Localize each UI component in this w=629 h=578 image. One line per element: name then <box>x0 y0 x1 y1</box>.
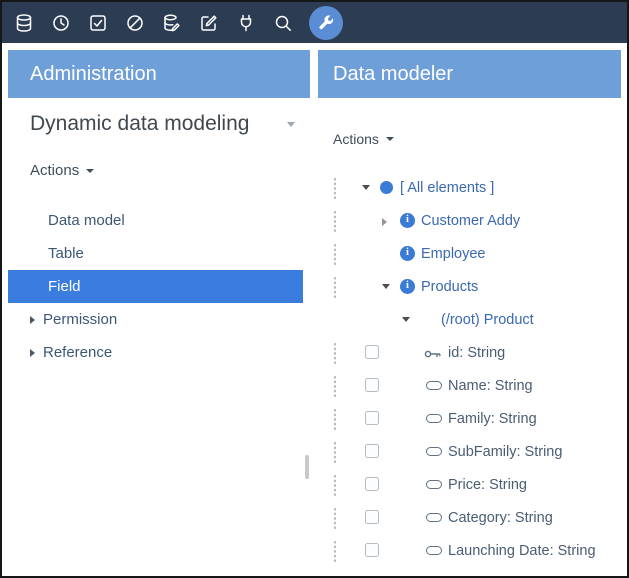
plug-icon[interactable] <box>235 12 257 34</box>
tree-node-label: SubFamily: String <box>448 444 562 460</box>
modeler-panel: Actions [ All elements ] Customer Addy E… <box>318 98 621 570</box>
drag-handle-icon[interactable] <box>333 177 336 199</box>
entity-info-icon <box>400 246 415 261</box>
tree-row-employee[interactable]: Employee <box>318 237 621 270</box>
menu-item-field[interactable]: Field <box>8 270 303 303</box>
collapse-icon[interactable] <box>362 185 370 190</box>
actions-label: Actions <box>333 131 379 147</box>
row-checkbox[interactable] <box>365 444 379 458</box>
menu-item-label: Permission <box>43 311 117 328</box>
tree-node-label: Family: String <box>448 411 537 427</box>
tree-row-field-price[interactable]: Price: String <box>318 468 621 501</box>
tree-row-field-name[interactable]: Name: String <box>318 369 621 402</box>
modeler-actions-dropdown[interactable]: Actions <box>333 131 394 147</box>
entity-info-icon <box>400 279 415 294</box>
key-icon <box>424 347 442 365</box>
tree-row-root-product[interactable]: (/root) Product <box>318 303 621 336</box>
row-checkbox[interactable] <box>365 510 379 524</box>
drag-handle-icon[interactable] <box>333 276 336 298</box>
menu-item-label: Data model <box>48 212 125 229</box>
tree-row-field-category[interactable]: Category: String <box>318 501 621 534</box>
field-icon <box>426 480 442 489</box>
top-toolbar <box>2 2 627 43</box>
clock-icon[interactable] <box>50 12 72 34</box>
drag-handle-icon[interactable] <box>333 210 336 232</box>
collapse-icon[interactable] <box>382 284 390 289</box>
actions-label: Actions <box>30 162 79 179</box>
admin-panel: Dynamic data modeling Actions Data model… <box>8 98 310 570</box>
drag-handle-icon[interactable] <box>333 474 336 496</box>
expand-icon[interactable] <box>382 218 387 226</box>
menu-item-table[interactable]: Table <box>8 237 310 270</box>
menu-item-label: Table <box>48 245 84 262</box>
field-icon <box>426 414 442 423</box>
tree-node-label: Employee <box>421 246 485 262</box>
expand-icon[interactable] <box>30 316 35 324</box>
tree-node-label: (/root) Product <box>441 312 534 328</box>
menu-item-permission[interactable]: Permission <box>8 303 310 336</box>
row-checkbox[interactable] <box>365 378 379 392</box>
admin-header: Administration <box>8 50 310 98</box>
edit-icon[interactable] <box>198 12 220 34</box>
tree-node-label: Price: String <box>448 477 527 493</box>
drag-handle-icon[interactable] <box>333 375 336 397</box>
admin-actions-dropdown[interactable]: Actions <box>30 162 94 179</box>
drag-handle-icon[interactable] <box>333 441 336 463</box>
expand-icon[interactable] <box>30 349 35 357</box>
title-chevron-down-icon[interactable] <box>287 122 295 127</box>
drag-handle-icon[interactable] <box>333 540 336 562</box>
field-icon <box>426 381 442 390</box>
checkbox-icon[interactable] <box>87 12 109 34</box>
collapse-icon[interactable] <box>402 317 410 322</box>
tree-node-label: [ All elements ] <box>400 180 494 196</box>
tree-node-label: Launching Date: String <box>448 543 596 559</box>
drag-handle-icon[interactable] <box>333 408 336 430</box>
modeler-header: Data modeler <box>318 50 621 98</box>
drag-handle-icon[interactable] <box>333 507 336 529</box>
tree-row-all-elements[interactable]: [ All elements ] <box>318 171 621 204</box>
field-icon <box>426 447 442 456</box>
search-icon[interactable] <box>272 12 294 34</box>
tree-row-customer-addy[interactable]: Customer Addy <box>318 204 621 237</box>
menu-item-reference[interactable]: Reference <box>8 336 310 369</box>
tree-row-field-family[interactable]: Family: String <box>318 402 621 435</box>
chevron-down-icon <box>386 137 394 141</box>
admin-header-title: Administration <box>30 63 157 86</box>
menu-item-label: Field <box>48 278 81 295</box>
page-title: Dynamic data modeling <box>30 112 249 136</box>
tree-node-label: Name: String <box>448 378 533 394</box>
database-edit-icon[interactable] <box>161 12 183 34</box>
drag-handle-icon[interactable] <box>333 243 336 265</box>
tree-node-label: Products <box>421 279 478 295</box>
tree-row-products[interactable]: Products <box>318 270 621 303</box>
field-icon <box>426 513 442 522</box>
scrollbar-thumb[interactable] <box>305 455 309 479</box>
tree-row-field-subfamily[interactable]: SubFamily: String <box>318 435 621 468</box>
admin-menu: Data model Table Field Permission Refere… <box>8 204 310 369</box>
all-elements-icon <box>380 181 393 194</box>
field-icon <box>426 546 442 555</box>
block-icon[interactable] <box>124 12 146 34</box>
chevron-down-icon <box>86 169 94 173</box>
menu-item-data-model[interactable]: Data model <box>8 204 310 237</box>
database-icon[interactable] <box>13 12 35 34</box>
tree-node-label: id: String <box>448 345 505 361</box>
row-checkbox[interactable] <box>365 543 379 557</box>
tree-row-field-id[interactable]: id: String <box>318 336 621 369</box>
tree-node-label: Category: String <box>448 510 553 526</box>
tree-node-label: Customer Addy <box>421 213 520 229</box>
menu-item-label: Reference <box>43 344 112 361</box>
modeler-header-title: Data modeler <box>333 63 453 86</box>
wrench-icon[interactable] <box>309 6 343 40</box>
tree-row-field-launching-date[interactable]: Launching Date: String <box>318 534 621 567</box>
entity-info-icon <box>400 213 415 228</box>
row-checkbox[interactable] <box>365 477 379 491</box>
row-checkbox[interactable] <box>365 411 379 425</box>
data-model-tree: [ All elements ] Customer Addy Employee … <box>318 171 621 567</box>
drag-handle-icon[interactable] <box>333 342 336 364</box>
row-checkbox[interactable] <box>365 345 379 359</box>
